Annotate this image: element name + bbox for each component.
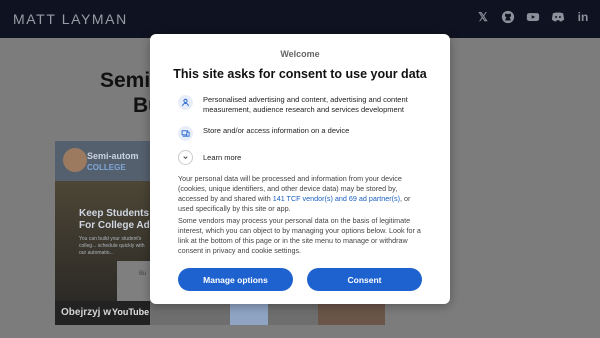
device-icon	[178, 126, 193, 141]
learn-more-toggle[interactable]: Learn more	[178, 150, 423, 165]
consent-button[interactable]: Consent	[307, 268, 422, 291]
dialog-title: This site asks for consent to use your d…	[173, 67, 427, 81]
legitimate-interest-text: Some vendors may process your personal d…	[178, 216, 421, 255]
purpose-store-access: Store and/or access information on a dev…	[178, 126, 423, 141]
vendors-link[interactable]: 141 TCF vendor(s) and 69 ad partner(s)	[273, 194, 400, 203]
person-icon	[178, 95, 193, 110]
purpose-text: Store and/or access information on a dev…	[203, 126, 350, 135]
dialog-welcome: Welcome	[280, 49, 320, 59]
learn-more-label[interactable]: Learn more	[203, 153, 423, 163]
purpose-personalised-ads: Personalised advertising and content, ad…	[178, 95, 423, 115]
chevron-down-icon[interactable]	[178, 150, 193, 165]
purpose-text: Personalised advertising and content, ad…	[203, 95, 408, 114]
manage-options-button[interactable]: Manage options	[178, 268, 293, 291]
consent-body-text: Your personal data will be processed and…	[178, 174, 423, 214]
consent-dialog: Welcome This site asks for consent to us…	[150, 34, 450, 304]
